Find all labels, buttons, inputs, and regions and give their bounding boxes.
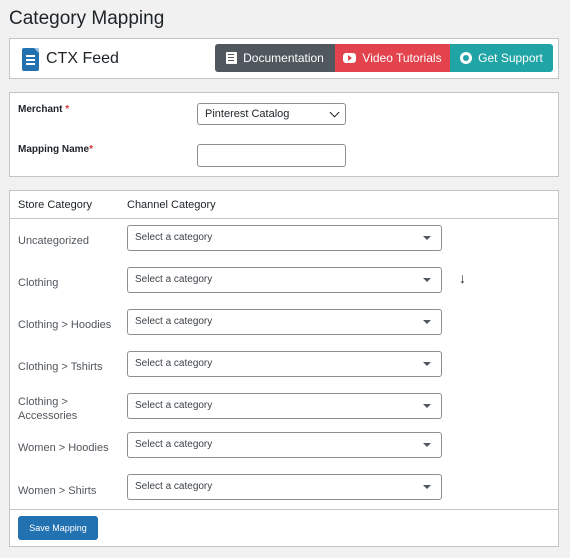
caret-down-icon bbox=[423, 362, 431, 366]
book-icon bbox=[226, 52, 238, 64]
channel-category-header: Channel Category bbox=[127, 199, 216, 211]
select-placeholder: Select a category bbox=[135, 400, 213, 411]
plugin-header: CTX Feed Documentation Video Tutorials G… bbox=[9, 38, 559, 79]
video-tutorials-button[interactable]: Video Tutorials bbox=[335, 44, 450, 72]
select-placeholder: Select a category bbox=[135, 232, 213, 243]
caret-down-icon bbox=[423, 404, 431, 408]
merchant-label-text: Merchant bbox=[18, 104, 63, 115]
channel-category-select-women-hoodies[interactable]: Select a category bbox=[127, 432, 442, 458]
caret-down-icon bbox=[423, 236, 431, 240]
select-placeholder: Select a category bbox=[135, 439, 213, 450]
caret-down-icon bbox=[423, 278, 431, 282]
documentation-label: Documentation bbox=[243, 51, 324, 65]
channel-category-select-clothing-accessories[interactable]: Select a category bbox=[127, 393, 442, 419]
select-placeholder: Select a category bbox=[135, 358, 213, 369]
documentation-button[interactable]: Documentation bbox=[215, 44, 335, 72]
merchant-select-value: Pinterest Catalog bbox=[205, 108, 290, 120]
store-category-women-hoodies: Women > Hoodies bbox=[18, 442, 109, 454]
mapping-name-required-mark: * bbox=[89, 144, 94, 155]
caret-down-icon bbox=[423, 443, 431, 447]
arrow-down-icon[interactable]: ↓ bbox=[459, 270, 466, 286]
store-category-clothing-tshirts: Clothing > Tshirts bbox=[18, 361, 103, 373]
store-category-clothing-hoodies: Clothing > Hoodies bbox=[18, 319, 112, 331]
merchant-select[interactable]: Pinterest Catalog bbox=[197, 103, 346, 125]
mapping-name-label-text: Mapping Name bbox=[18, 144, 90, 155]
support-lifebuoy-icon bbox=[460, 52, 473, 64]
store-category-uncategorized: Uncategorized bbox=[18, 235, 89, 247]
ctx-feed-logo-icon bbox=[22, 48, 39, 71]
mapping-name-input[interactable] bbox=[197, 144, 346, 167]
chevron-down-icon bbox=[329, 107, 340, 118]
store-category-clothing: Clothing bbox=[18, 277, 59, 289]
channel-category-select-uncategorized[interactable]: Select a category bbox=[127, 225, 442, 251]
caret-down-icon bbox=[423, 320, 431, 324]
channel-category-select-clothing[interactable]: Select a category bbox=[127, 267, 442, 293]
merchant-panel: Merchant * Pinterest Catalog Mapping Nam… bbox=[9, 92, 559, 177]
select-placeholder: Select a category bbox=[135, 316, 213, 327]
mapping-name-label: Mapping Name* bbox=[18, 144, 93, 155]
channel-category-select-women-shirts[interactable]: Select a category bbox=[127, 474, 442, 500]
select-placeholder: Select a category bbox=[135, 481, 213, 492]
merchant-required-mark: * bbox=[65, 104, 70, 115]
caret-down-icon bbox=[423, 485, 431, 489]
store-category-women-shirts: Women > Shirts bbox=[18, 485, 97, 497]
store-category-clothing-accessories: Clothing > Accessories bbox=[18, 396, 78, 422]
save-mapping-button[interactable]: Save Mapping bbox=[18, 516, 98, 540]
header-divider bbox=[10, 218, 558, 219]
channel-category-select-clothing-tshirts[interactable]: Select a category bbox=[127, 351, 442, 377]
get-support-button[interactable]: Get Support bbox=[450, 44, 553, 72]
store-category-header: Store Category bbox=[18, 199, 92, 211]
merchant-label: Merchant * bbox=[18, 104, 69, 115]
brand-name: CTX Feed bbox=[46, 50, 119, 67]
channel-category-select-clothing-hoodies[interactable]: Select a category bbox=[127, 309, 442, 335]
video-tutorials-label: Video Tutorials bbox=[362, 51, 442, 65]
get-support-label: Get Support bbox=[478, 51, 543, 65]
category-mapping-table: Store Category Channel Category Uncatego… bbox=[9, 190, 559, 547]
youtube-icon bbox=[343, 53, 357, 63]
select-placeholder: Select a category bbox=[135, 274, 213, 285]
footer-divider bbox=[10, 509, 558, 510]
page-title: Category Mapping bbox=[9, 8, 165, 29]
